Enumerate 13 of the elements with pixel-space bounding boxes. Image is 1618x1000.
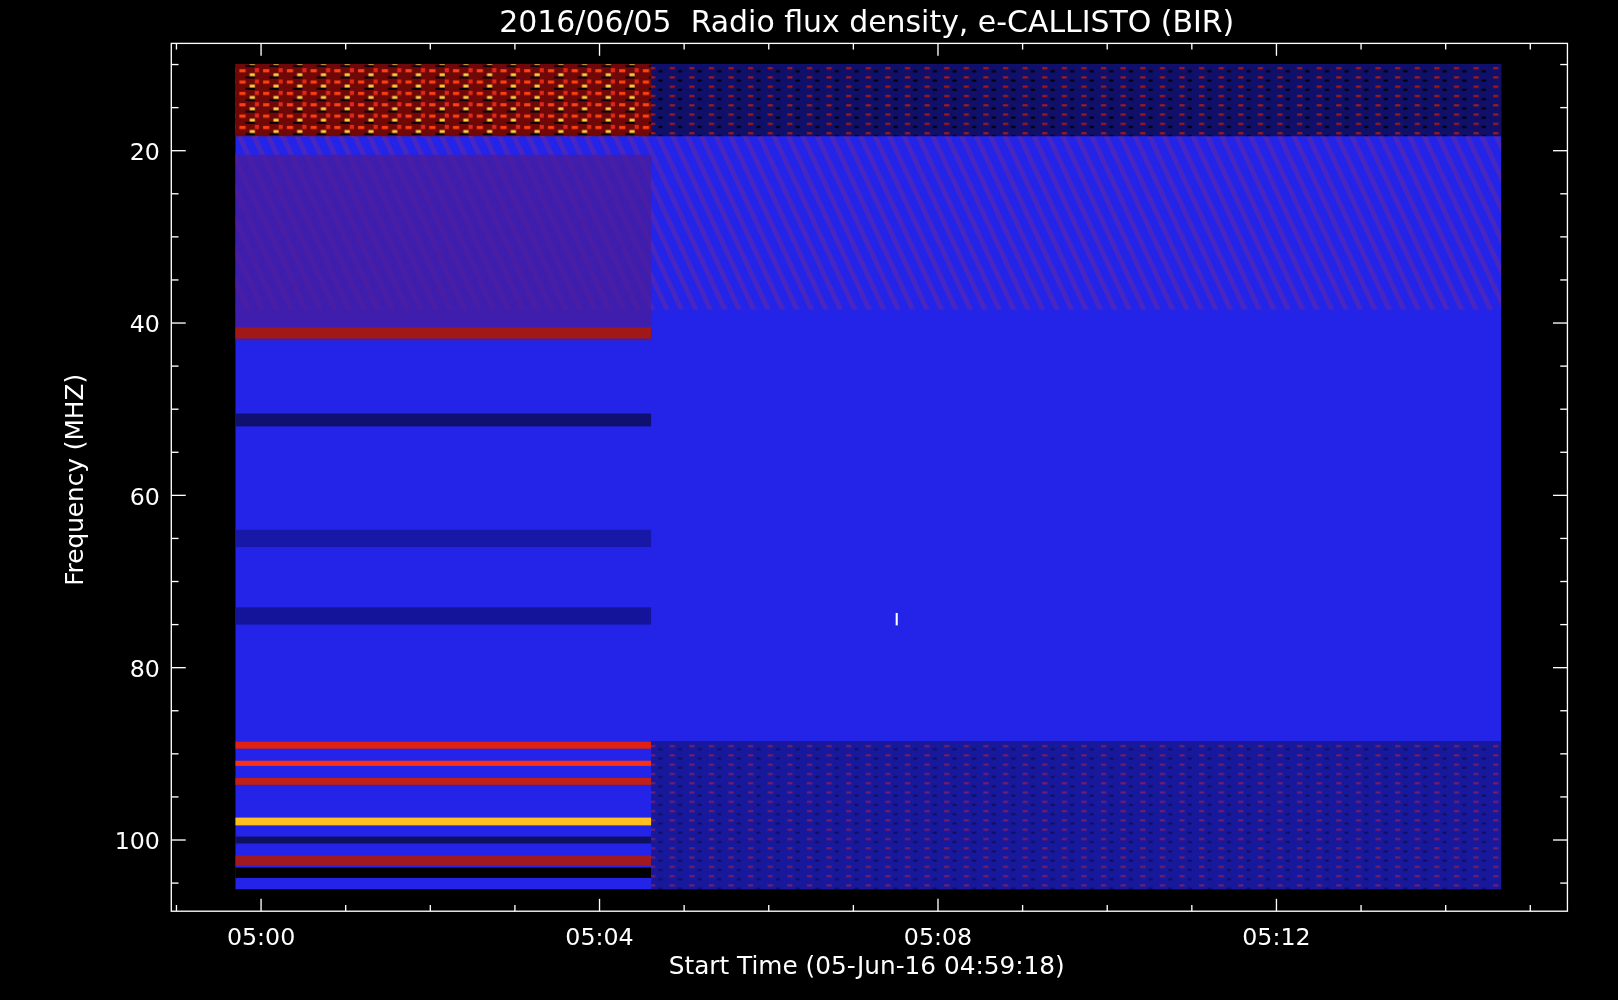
y-axis-label: Frequency (MHZ) [59, 373, 89, 586]
x-tick-label: 05:12 [1242, 923, 1311, 952]
x-axis-label: Start Time (05-Jun-16 04:59:18) [668, 951, 1065, 981]
chart-title: 2016/06/05 Radio flux density, e-CALLISTO (BIR) [499, 4, 1235, 40]
y-tick-label: 100 [114, 827, 160, 856]
y-tick-label: 80 [129, 654, 160, 683]
x-tick-label: 05:00 [226, 923, 296, 952]
y-tick-label: 20 [129, 138, 160, 166]
spike-mark [895, 613, 898, 626]
x-tick-label: 05:08 [903, 923, 973, 952]
x-tick-label: 05:04 [565, 923, 634, 952]
y-tick-label: 60 [129, 482, 160, 511]
y-tick-label: 40 [129, 310, 160, 339]
